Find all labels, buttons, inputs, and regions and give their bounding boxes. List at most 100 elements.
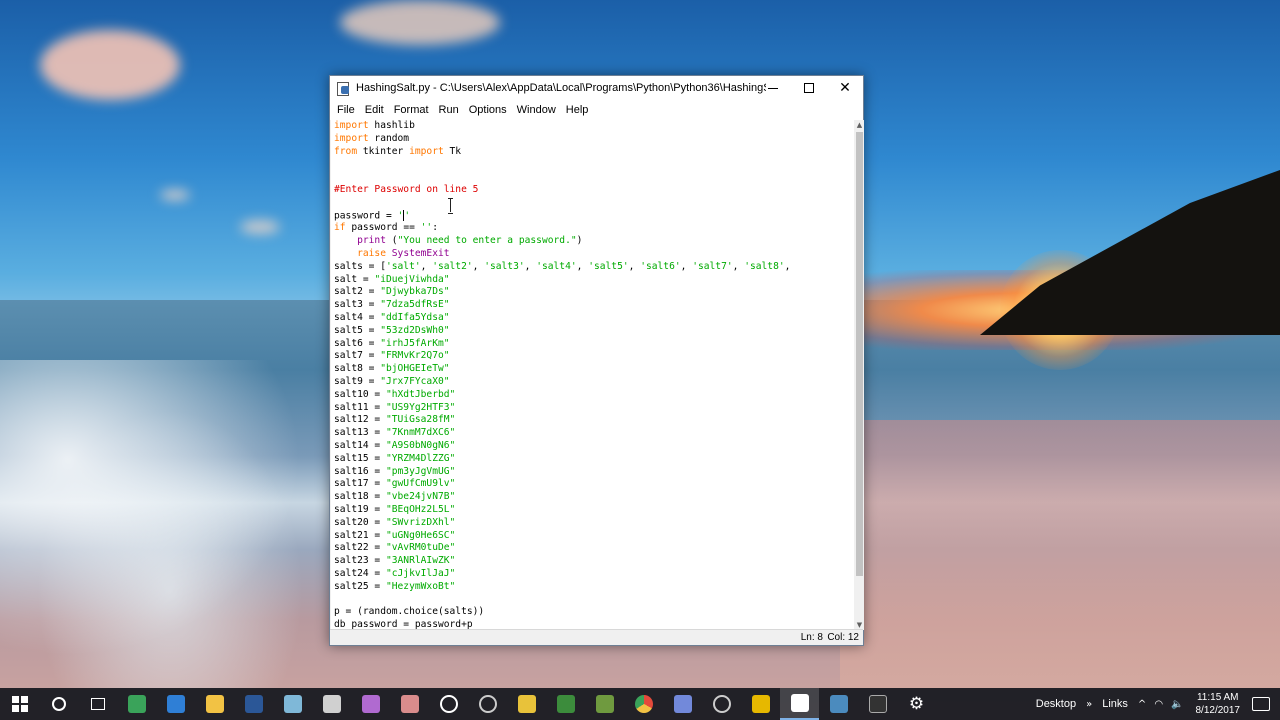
- links-toolbar[interactable]: Links: [1096, 698, 1134, 710]
- code-line[interactable]: raise SystemExit: [334, 248, 854, 261]
- taskbar-app-feather-button[interactable]: [312, 688, 351, 720]
- taskbar-start-button[interactable]: [0, 688, 39, 720]
- code-line[interactable]: [334, 171, 854, 184]
- scroll-up-icon[interactable]: ▲: [855, 120, 864, 130]
- code-line[interactable]: salt3 = "7dza5dfRsE": [334, 299, 854, 312]
- vertical-scrollbar[interactable]: ▲ ▼: [855, 120, 864, 630]
- code-token: "cJjkvIlJaJ": [385, 567, 456, 579]
- taskbar-minecraft-button[interactable]: [585, 688, 624, 720]
- menu-run[interactable]: Run: [434, 104, 464, 116]
- code-token: "FRMvKr2Q7o": [380, 350, 450, 362]
- taskbar-app-target-button[interactable]: [429, 688, 468, 720]
- taskbar-chrome-button[interactable]: [624, 688, 663, 720]
- taskbar-word-button[interactable]: [234, 688, 273, 720]
- code-line[interactable]: salt8 = "bjOHGEIeTw": [334, 363, 854, 376]
- code-line[interactable]: salt14 = "A9S0bN0gN6": [334, 440, 854, 453]
- taskbar-paint-button[interactable]: [390, 688, 429, 720]
- taskbar-edge-button[interactable]: [156, 688, 195, 720]
- code-line[interactable]: salt6 = "irhJ5fArKm": [334, 338, 854, 351]
- taskbar-settings-button[interactable]: ⚙: [897, 688, 936, 720]
- code-token: "bjOHGEIeTw": [380, 363, 450, 375]
- menu-window[interactable]: Window: [512, 104, 561, 116]
- code-line[interactable]: salt12 = "TUiGsa28fM": [334, 414, 854, 427]
- code-line[interactable]: salt19 = "BEqOHz2L5L": [334, 504, 854, 517]
- taskbar-app-cube-button[interactable]: [273, 688, 312, 720]
- wifi-icon[interactable]: ◠: [1150, 699, 1167, 710]
- code-line[interactable]: salt11 = "US9Yg2HTF3": [334, 402, 854, 415]
- code-line[interactable]: salt20 = "SWvrizDXhl": [334, 517, 854, 530]
- code-line[interactable]: salt13 = "7KnmM7dXC6": [334, 427, 854, 440]
- taskbar-app-green-button[interactable]: [117, 688, 156, 720]
- menu-format[interactable]: Format: [389, 104, 434, 116]
- scroll-thumb[interactable]: [856, 132, 863, 576]
- code-line[interactable]: salt23 = "3ANRlAIwZK": [334, 555, 854, 568]
- code-line[interactable]: import random: [334, 133, 854, 146]
- python-file-icon: [790, 694, 809, 712]
- maximize-button[interactable]: [791, 76, 827, 100]
- code-line[interactable]: salt17 = "gwUfCmU9lv": [334, 478, 854, 491]
- code-line[interactable]: salt9 = "Jrx7FYcaX0": [334, 376, 854, 389]
- taskbar-idle-shell-button[interactable]: [819, 688, 858, 720]
- tray-chevron-icon[interactable]: ^: [1134, 699, 1150, 710]
- clock-date: 8/12/2017: [1195, 705, 1241, 716]
- code-line[interactable]: salt16 = "pm3yJgVmUG": [334, 466, 854, 479]
- menu-options[interactable]: Options: [464, 104, 512, 116]
- taskbar-app-lock-button[interactable]: [741, 688, 780, 720]
- code-token: "vbe24jvN7B": [385, 491, 456, 503]
- menu-file[interactable]: File: [332, 104, 360, 116]
- code-line[interactable]: p = (random.choice(salts)): [334, 606, 854, 619]
- taskbar-app-balloon-button[interactable]: [351, 688, 390, 720]
- code-line[interactable]: salts = ['salt', 'salt2', 'salt3', 'salt…: [334, 261, 854, 274]
- code-line[interactable]: #Enter Password on line 5: [334, 184, 854, 197]
- code-line[interactable]: [334, 158, 854, 171]
- code-line[interactable]: import hashlib: [334, 120, 854, 133]
- taskbar-task-view-button[interactable]: [78, 688, 117, 720]
- code-token: "hXdtJberbd": [385, 388, 456, 400]
- code-line[interactable]: salt4 = "ddIfa5Ydsa": [334, 312, 854, 325]
- toolbar-expand-icon[interactable]: »: [1082, 699, 1096, 710]
- code-line[interactable]: password = '': [334, 209, 854, 223]
- code-line[interactable]: if password == '':: [334, 222, 854, 235]
- close-button[interactable]: ✕: [827, 76, 863, 100]
- taskbar-explorer-button[interactable]: [195, 688, 234, 720]
- code-line[interactable]: salt15 = "YRZM4DlZZG": [334, 453, 854, 466]
- code-line[interactable]: print ("You need to enter a password."): [334, 235, 854, 248]
- code-token: salt23 =: [334, 555, 386, 567]
- menu-edit[interactable]: Edit: [360, 104, 389, 116]
- taskbar-app-tree-button[interactable]: [546, 688, 585, 720]
- taskbar-idle-editor-button[interactable]: [780, 688, 819, 720]
- code-line[interactable]: salt18 = "vbe24jvN7B": [334, 491, 854, 504]
- taskbar-app-aperture-button[interactable]: [702, 688, 741, 720]
- code-text[interactable]: import hashlib import random from tkinter …: [331, 120, 854, 630]
- menu-help[interactable]: Help: [561, 104, 594, 116]
- code-line[interactable]: [334, 197, 854, 210]
- taskbar-cortana-button[interactable]: [39, 688, 78, 720]
- code-line[interactable]: salt5 = "53zd2DsWh0": [334, 325, 854, 338]
- action-center-icon[interactable]: [1252, 697, 1270, 711]
- desktop-toolbar[interactable]: Desktop: [1030, 698, 1082, 710]
- code-line[interactable]: salt7 = "FRMvKr2Q7o": [334, 350, 854, 363]
- tree-icon: [556, 695, 575, 713]
- code-line[interactable]: salt24 = "cJjkvIlJaJ": [334, 568, 854, 581]
- taskbar-terminal-button[interactable]: [858, 688, 897, 720]
- code-line[interactable]: salt = "iDuejViwhda": [334, 274, 854, 287]
- code-token: salt17 =: [334, 478, 386, 490]
- code-token: random: [368, 132, 410, 144]
- code-line[interactable]: salt22 = "vAvRM0tuDe": [334, 542, 854, 555]
- code-line[interactable]: from tkinter import Tk: [334, 146, 854, 159]
- title-bar[interactable]: HashingSalt.py - C:\Users\Alex\AppData\L…: [330, 76, 863, 100]
- clock[interactable]: 11:15 AM 8/12/2017: [1188, 691, 1249, 717]
- code-line[interactable]: salt10 = "hXdtJberbd": [334, 389, 854, 402]
- taskbar-discord-button[interactable]: [663, 688, 702, 720]
- code-token: "SWvrizDXhl": [385, 516, 456, 528]
- code-line[interactable]: [334, 593, 854, 606]
- volume-icon[interactable]: 🔈: [1167, 699, 1187, 710]
- taskbar-app-diamond-button[interactable]: [507, 688, 546, 720]
- code-editor[interactable]: import hashlib import random from tkinter …: [331, 120, 854, 630]
- code-line[interactable]: salt2 = "Djwybka7Ds": [334, 286, 854, 299]
- code-line[interactable]: salt21 = "uGNg0He6SC": [334, 530, 854, 543]
- code-line[interactable]: salt25 = "HezymWxoBt": [334, 581, 854, 594]
- status-line: Ln: 8: [800, 632, 823, 643]
- taskbar-steam-button[interactable]: [468, 688, 507, 720]
- minimize-button[interactable]: [755, 76, 791, 100]
